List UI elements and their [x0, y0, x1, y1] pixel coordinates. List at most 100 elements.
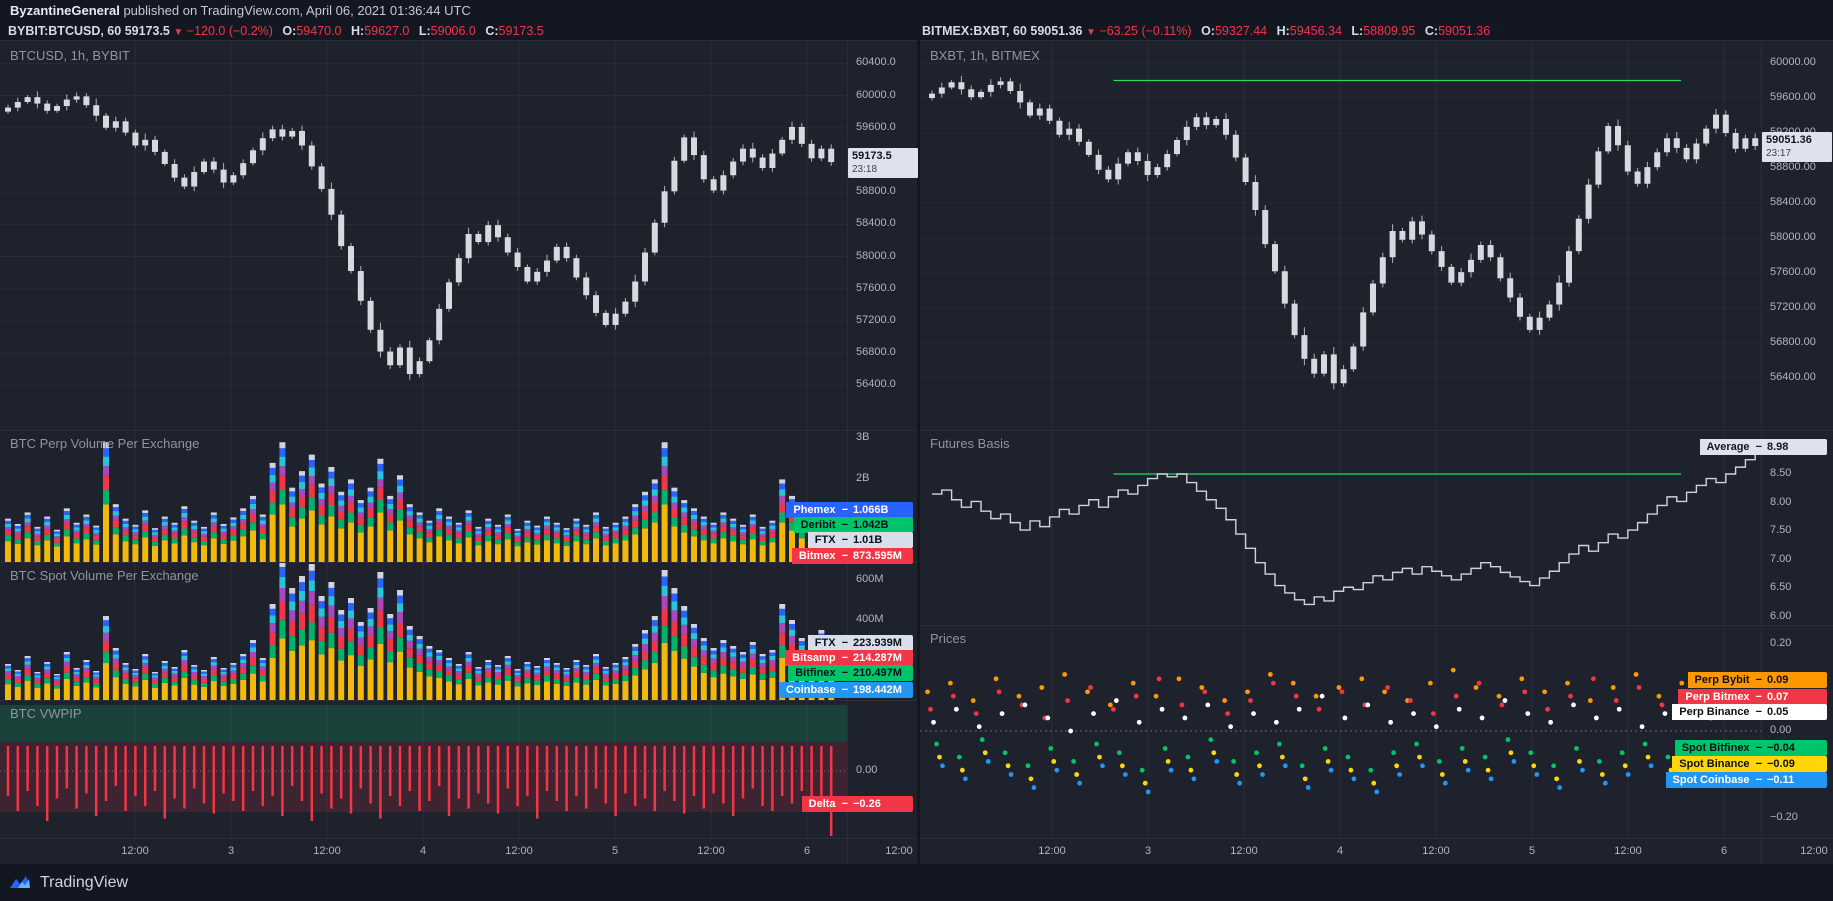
axis-label: 58400.0	[856, 217, 896, 229]
spot-volume-series-label: Bitsamp−214.287M	[697, 650, 913, 666]
pane-separator[interactable]	[920, 430, 1833, 431]
right-price-pane-title: BXBT, 1h, BITMEX	[930, 48, 1040, 63]
prices-series-label: Perp Bitmex−0.07	[1611, 689, 1827, 705]
axis-label: 60000.0	[856, 89, 896, 101]
prices-series-label: Spot Coinbase−−0.11	[1611, 772, 1827, 788]
vwpip-pane-title: BTC VWPIP	[10, 706, 82, 721]
time-axis-label: 12:00	[1230, 845, 1258, 857]
axis-label: 3B	[856, 431, 869, 443]
axis-label: 58000.00	[1770, 231, 1816, 243]
axis-label: 7.00	[1770, 553, 1791, 565]
time-axis-label: 6	[1721, 845, 1727, 857]
axis-label: 57600.0	[856, 282, 896, 294]
left-low-label: L:	[419, 24, 431, 38]
spot-volume-series-label: Coinbase−198.442M	[697, 682, 913, 698]
axis-label: 59600.0	[856, 121, 896, 133]
axis-label: 56800.00	[1770, 336, 1816, 348]
left-close-label: C:	[485, 24, 498, 38]
time-axis-label: 12:00	[1038, 845, 1066, 857]
axis-label: 0.20	[1770, 637, 1791, 649]
time-axis-label: 12:00	[697, 845, 725, 857]
time-axis-label: 12:00	[1422, 845, 1450, 857]
time-axis-label: 12:00	[885, 845, 913, 857]
vwpip-pane[interactable]	[0, 700, 847, 838]
right-symbol[interactable]: BITMEX:BXBT, 60	[922, 24, 1027, 38]
axis-label: 0.00	[856, 764, 877, 776]
prices-series-label: Perp Binance−0.05	[1611, 704, 1827, 720]
axis-label: 60000.00	[1770, 56, 1816, 68]
axis-label: 400M	[856, 613, 884, 625]
perp-volume-pane-title: BTC Perp Volume Per Exchange	[10, 436, 199, 451]
right-high-value: 59456.34	[1290, 24, 1342, 38]
spot-volume-pane-title: BTC Spot Volume Per Exchange	[10, 568, 199, 583]
right-low-value: 58809.95	[1363, 24, 1415, 38]
perp-volume-series-label: Phemex−1.066B	[697, 502, 913, 518]
left-high-label: H:	[351, 24, 364, 38]
axis-label: 7.50	[1770, 524, 1791, 536]
axis-label: 56800.0	[856, 346, 896, 358]
axis-label: 60400.0	[856, 56, 896, 68]
axis-label: 56400.0	[856, 378, 896, 390]
time-axis-label: 4	[420, 845, 426, 857]
futures-basis-pane[interactable]	[920, 430, 1761, 625]
right-high-label: H:	[1277, 24, 1290, 38]
time-axis-label: 12:00	[121, 845, 149, 857]
right-close-value: 59051.36	[1438, 24, 1490, 38]
perp-volume-series-label: Deribit−1.042B	[697, 517, 913, 533]
right-low-label: L:	[1351, 24, 1363, 38]
axis-label: 6.50	[1770, 581, 1791, 593]
axis-label: 59600.00	[1770, 91, 1816, 103]
down-arrow-icon: ▼	[173, 27, 183, 38]
right-close-label: C:	[1425, 24, 1438, 38]
pane-separator[interactable]	[0, 430, 917, 431]
prices-series-label: Spot Binance−−0.09	[1611, 756, 1827, 772]
axis-label: 58800.00	[1770, 161, 1816, 173]
axis-label: 8.50	[1770, 467, 1791, 479]
left-close-value: 59173.5	[499, 24, 544, 38]
last-price-label: 59051.3623:17	[1762, 132, 1832, 162]
axis-label: 600M	[856, 573, 884, 585]
pane-separator[interactable]	[0, 700, 917, 701]
axis-label: 57200.0	[856, 314, 896, 326]
left-chart-legend[interactable]: BYBIT:BTCUSD, 60 59173.5 ▼ −120.0 (−0.2%…	[8, 22, 544, 40]
perp-volume-series-label: Bitmex−873.595M	[697, 548, 913, 564]
prices-pane[interactable]	[920, 625, 1761, 838]
axis-label: 6.00	[1770, 610, 1791, 622]
axis-label: 57200.00	[1770, 301, 1816, 313]
right-open-value: 59327.44	[1215, 24, 1267, 38]
futures-basis-pane-title: Futures Basis	[930, 436, 1009, 451]
left-open-value: 59470.0	[296, 24, 341, 38]
axis-label: 0.00	[1770, 724, 1791, 736]
footer-bar: TradingView	[0, 864, 1833, 901]
brand-name: TradingView	[40, 874, 128, 892]
axis-label: 58000.0	[856, 250, 896, 262]
time-axis-label: 5	[1529, 845, 1535, 857]
down-arrow-icon: ▼	[1086, 27, 1096, 38]
time-axis-label: 3	[1145, 845, 1151, 857]
axis-label: 58400.00	[1770, 196, 1816, 208]
left-price-pane-title: BTCUSD, 1h, BYBIT	[10, 48, 130, 63]
right-chart-legend[interactable]: BITMEX:BXBT, 60 59051.36 ▼ −63.25 (−0.11…	[922, 22, 1490, 40]
basis-average-label: Average−8.98	[1611, 439, 1827, 455]
time-axis-label: 5	[612, 845, 618, 857]
prices-series-label: Spot Bitfinex−−0.04	[1611, 740, 1827, 756]
left-open-label: O:	[282, 24, 296, 38]
axis-label: 2B	[856, 472, 869, 484]
time-axis-label: 4	[1337, 845, 1343, 857]
time-axis-label: 6	[804, 845, 810, 857]
left-last-price: 59173.5	[125, 24, 170, 38]
axis-label: 8.00	[1770, 496, 1791, 508]
right-change: −63.25 (−0.11%)	[1099, 24, 1191, 38]
time-axis-label: 12:00	[313, 845, 341, 857]
perp-volume-series-label: FTX−1.01B	[697, 532, 913, 548]
left-symbol[interactable]: BYBIT:BTCUSD, 60	[8, 24, 121, 38]
right-price-pane[interactable]	[920, 40, 1761, 430]
left-price-pane[interactable]	[0, 40, 847, 430]
right-open-label: O:	[1201, 24, 1215, 38]
tradingview-published-chart: ByzantineGeneral published on TradingVie…	[0, 0, 1833, 901]
pane-separator[interactable]	[920, 625, 1833, 626]
axis-label: 56400.00	[1770, 371, 1816, 383]
last-price-label: 59173.523:18	[848, 148, 918, 178]
prices-series-label: Perp Bybit−0.09	[1611, 672, 1827, 688]
publish-header: ByzantineGeneral published on TradingVie…	[0, 0, 1833, 22]
